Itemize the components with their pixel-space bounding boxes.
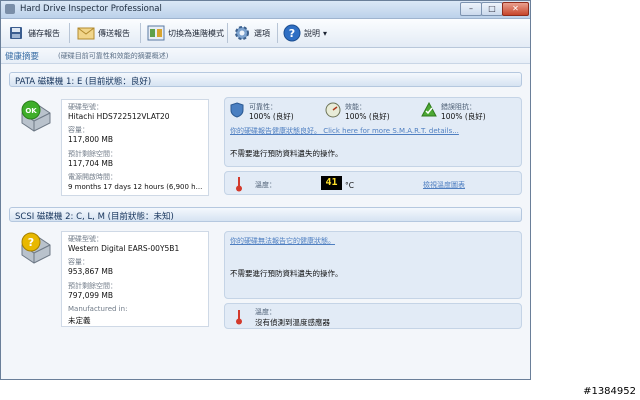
help-button[interactable]: ? 說明 ▾ — [283, 22, 327, 44]
temperature-chart-link[interactable]: 檢視溫度圖表 — [423, 180, 465, 190]
svg-text:?: ? — [289, 27, 295, 40]
free-space-label: 預計剩餘空間： — [68, 150, 117, 158]
help-icon: ? — [283, 24, 301, 42]
model-label: 硬碟型號： — [68, 103, 103, 111]
toolbar-separator — [69, 23, 70, 43]
free-space-label: 預計剩餘空間： — [68, 282, 117, 290]
model-value: Western Digital EARS-00Y5B1 — [68, 244, 180, 253]
save-report-button[interactable]: 儲存報告 — [7, 22, 60, 44]
capacity-value: 953,867 MB — [68, 267, 114, 276]
no-action-message: 不需要進行預防資料遺失的操作。 — [230, 269, 343, 278]
drive-1-ok-icon: OK — [18, 99, 52, 132]
save-report-label: 儲存報告 — [28, 28, 60, 38]
options-button[interactable]: 選項 — [233, 22, 270, 44]
health-summary-bar: 健康摘要 (硬碟目前可靠性和效能的摘要概述) — [1, 48, 530, 64]
drive-1-title: PATA 磁碟機 1: E (目前狀態：良好) — [15, 77, 152, 87]
uptime-value: 9 months 17 days 12 hours (6,900 h... — [68, 183, 203, 191]
app-window: Hard Drive Inspector Professional – □ ✕ … — [0, 0, 531, 380]
model-label: 硬碟型號： — [68, 235, 103, 243]
free-space-value: 117,704 MB — [68, 159, 114, 168]
advanced-mode-label: 切換為進階模式 — [168, 28, 224, 38]
drive-1-temperature-panel: 溫度： 41 °C 檢視溫度圖表 — [224, 171, 522, 195]
close-button[interactable]: ✕ — [502, 2, 529, 16]
capacity-label: 容量： — [68, 258, 89, 266]
watermark-id: #1384952 — [583, 386, 636, 397]
free-space-value: 797,099 MB — [68, 291, 114, 300]
drive-1-badge-text: OK — [25, 107, 37, 115]
send-report-label: 傳送報告 — [98, 28, 130, 38]
health-status-link[interactable]: 你的硬碟無法報告它的健康狀態。 — [230, 236, 335, 246]
advanced-mode-icon — [147, 24, 165, 42]
options-label: 選項 — [254, 28, 270, 38]
smart-details-link[interactable]: 你的硬碟報告健康狀態良好。 Click here for more S.M.A.… — [230, 126, 459, 136]
minimize-button[interactable]: – — [460, 2, 482, 16]
temperature-label: 溫度： — [255, 308, 276, 316]
drive-2-unknown-icon: ? — [18, 231, 52, 264]
save-report-icon — [7, 24, 25, 42]
send-report-button[interactable]: 傳送報告 — [77, 22, 130, 44]
toolbar-separator — [140, 23, 141, 43]
window-title: Hard Drive Inspector Professional — [20, 4, 162, 14]
maximize-button[interactable]: □ — [481, 2, 503, 16]
capacity-label: 容量： — [68, 126, 89, 134]
drive-2-title: SCSI 磁碟機 2: C, L, M (目前狀態：未知) — [15, 212, 174, 222]
temperature-display: 41 — [321, 176, 342, 190]
summary-title: 健康摘要 — [5, 52, 40, 62]
shield-icon — [230, 102, 244, 120]
drive-1-info-panel: 硬碟型號： Hitachi HDS722512VLAT20 容量： 117,80… — [61, 99, 209, 196]
title-bar: Hard Drive Inspector Professional – □ ✕ — [1, 1, 530, 19]
thermometer-icon — [235, 309, 243, 327]
toolbar: 儲存報告 傳送報告 切換為進階模式 選項 ? 說明 ▾ — [1, 19, 530, 48]
advanced-mode-button[interactable]: 切換為進階模式 — [147, 22, 224, 44]
no-action-message: 不需要進行預防資料遺失的操作。 — [230, 149, 343, 158]
reliability-value: 100% (良好) — [249, 112, 294, 121]
no-temperature-sensor-message: 沒有偵測到溫度感應器 — [255, 318, 330, 327]
drive-2-badge-text: ? — [28, 236, 34, 249]
chevron-down-icon: ▾ — [323, 28, 328, 38]
performance-value: 100% (良好) — [345, 112, 390, 121]
thermometer-icon — [235, 176, 243, 194]
model-value: Hitachi HDS722512VLAT20 — [68, 112, 170, 121]
manufactured-value: 未定義 — [68, 316, 91, 325]
gear-icon — [233, 24, 251, 42]
error-resistance-value: 100% (良好) — [441, 112, 486, 121]
envelope-icon — [77, 24, 95, 42]
temperature-unit: °C — [345, 181, 354, 190]
drive-1-status-panel: 可靠性： 100% (良好) 效能： 100% (良好) 錯誤阻抗： 100% … — [224, 97, 522, 167]
help-label: 說明 — [304, 28, 320, 38]
drive-2-status-panel: 你的硬碟無法報告它的健康狀態。 不需要進行預防資料遺失的操作。 — [224, 231, 522, 299]
drive-2-temperature-panel: 溫度： 沒有偵測到溫度感應器 — [224, 303, 522, 329]
drive-1-header: PATA 磁碟機 1: E (目前狀態：良好) — [9, 72, 522, 87]
temperature-label: 溫度： — [255, 181, 276, 189]
app-icon — [5, 4, 15, 14]
check-triangle-icon — [421, 101, 437, 119]
capacity-value: 117,800 MB — [68, 135, 114, 144]
drive-2-header: SCSI 磁碟機 2: C, L, M (目前狀態：未知) — [9, 207, 522, 222]
toolbar-separator — [227, 23, 228, 43]
uptime-label: 電源開啟時間： — [68, 173, 117, 181]
speedometer-icon — [325, 102, 341, 120]
toolbar-separator — [277, 23, 278, 43]
summary-subtitle: (硬碟目前可靠性和效能的摘要概述) — [58, 52, 169, 60]
drive-2-info-panel: 硬碟型號： Western Digital EARS-00Y5B1 容量： 95… — [61, 231, 209, 327]
manufactured-label: Manufactured in: — [68, 305, 128, 313]
